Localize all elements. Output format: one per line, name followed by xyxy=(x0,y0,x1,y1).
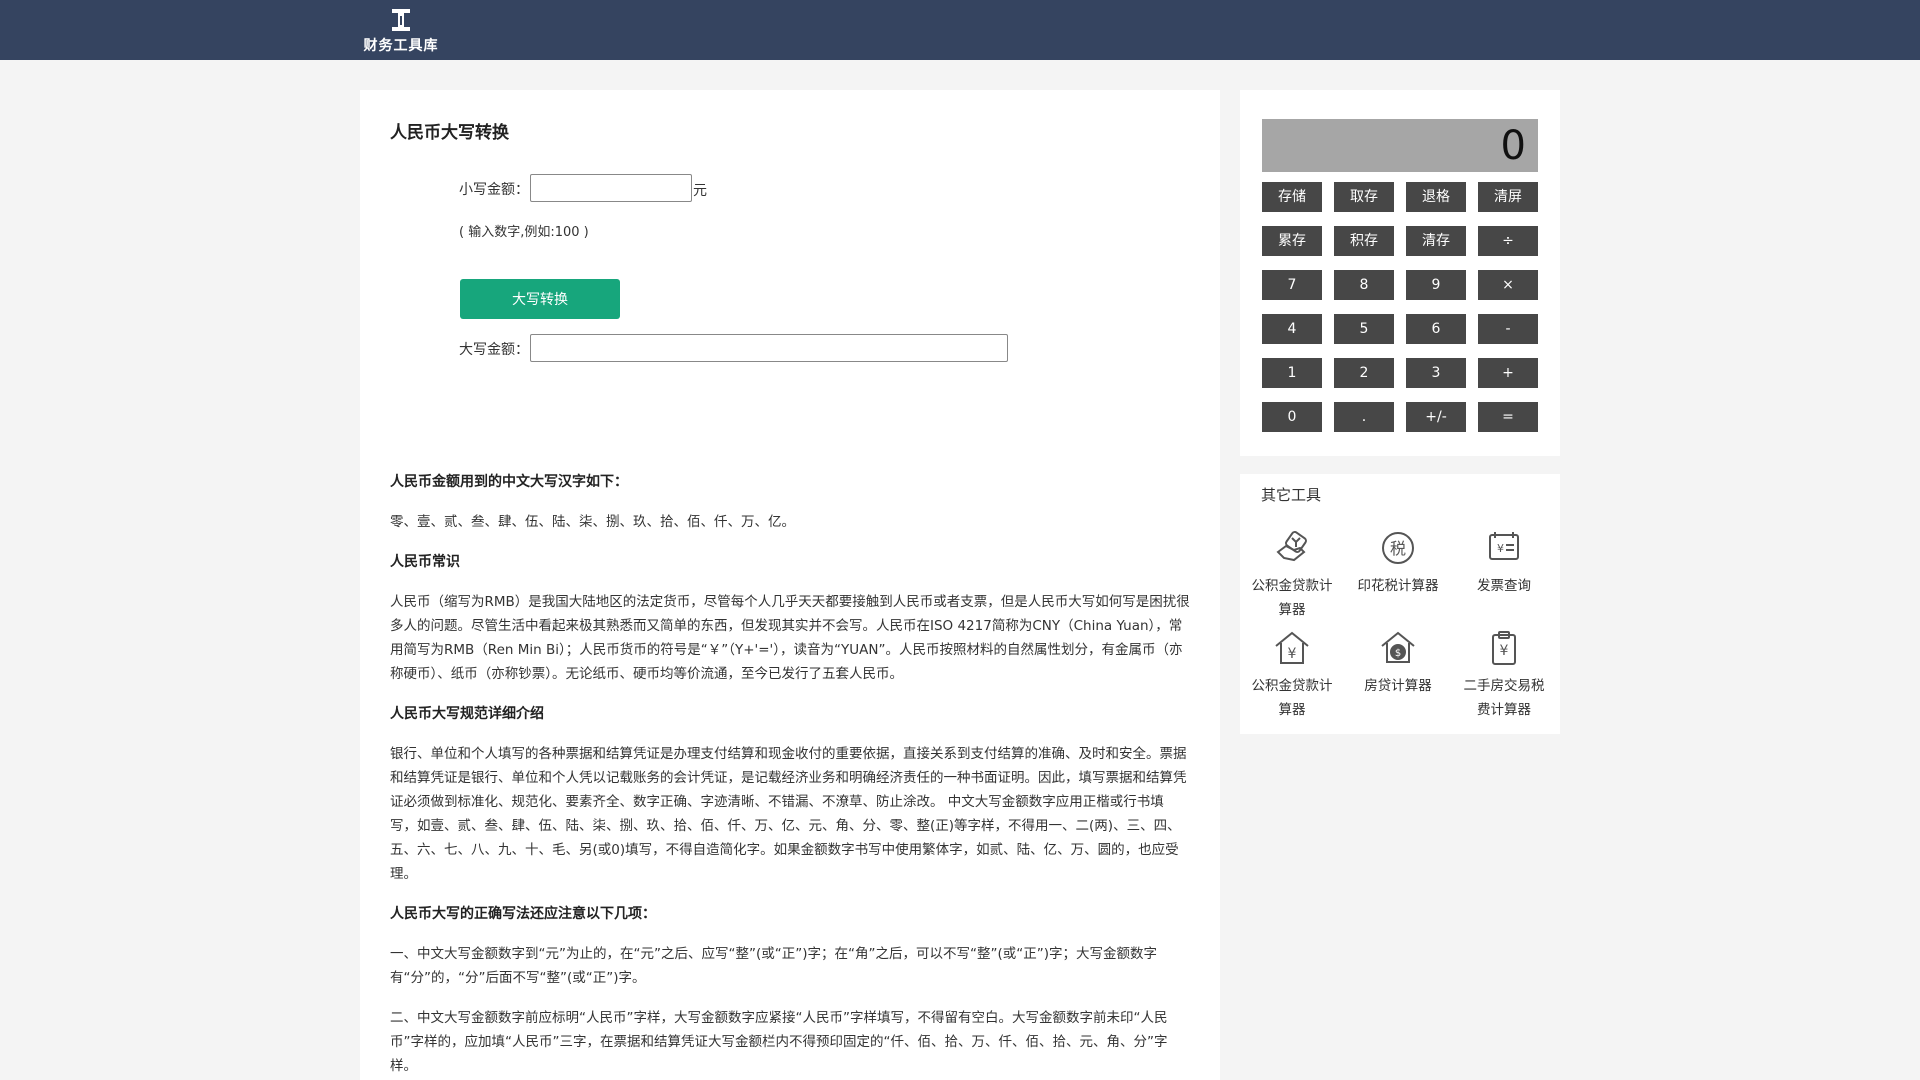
calc-key-add[interactable]: + xyxy=(1478,358,1538,388)
tool-label: 公积金贷款计算器 xyxy=(1251,578,1333,618)
article-heading: 人民币大写的正确写法还应注意以下几项： xyxy=(390,906,656,922)
calc-key-0[interactable]: 0 xyxy=(1262,402,1322,432)
calc-key-recall[interactable]: 取存 xyxy=(1334,182,1394,212)
loan-hands-icon xyxy=(1276,531,1307,562)
calc-key-memory-clear[interactable]: 清存 xyxy=(1406,226,1466,256)
input-hint: ( 输入数字,例如:100 ) xyxy=(459,225,589,240)
page-title: 人民币大写转换 xyxy=(390,123,509,143)
tool-second-hand-house-tax-calculator[interactable]: ¥ 二手房交易税费计算器 xyxy=(1458,624,1550,718)
result-field[interactable] xyxy=(530,334,1008,362)
svg-text:$: $ xyxy=(1395,648,1401,659)
calc-key-4[interactable]: 4 xyxy=(1262,314,1322,344)
calc-key-3[interactable]: 3 xyxy=(1406,358,1466,388)
other-tools-title: 其它工具 xyxy=(1261,486,1322,504)
calc-key-equals[interactable]: = xyxy=(1478,402,1538,432)
article-paragraph: 人民币（缩写为RMB）是我国大陆地区的法定货币，尽管每个人几乎天天都要接触到人民… xyxy=(390,594,1190,682)
logo-text: 财务工具库 xyxy=(363,38,439,54)
calc-key-divide[interactable]: ÷ xyxy=(1478,226,1538,256)
yuan-clipboard-icon: ¥ xyxy=(1492,631,1516,665)
tool-housing-fund-loan-calculator-2[interactable]: ¥ 公积金贷款计算器 xyxy=(1246,624,1338,718)
site-logo[interactable]: 财务工具库 xyxy=(359,5,443,54)
article-heading: 人民币金额用到的中文大写汉字如下： xyxy=(390,474,628,490)
calc-key-5[interactable]: 5 xyxy=(1334,314,1394,344)
svg-text:¥: ¥ xyxy=(1288,646,1297,662)
tool-label: 房贷计算器 xyxy=(1364,678,1432,694)
tool-housing-fund-loan-calculator[interactable]: 公积金贷款计算器 xyxy=(1246,524,1338,618)
unit-label: 元 xyxy=(693,183,707,199)
article-content: 人民币金额用到的中文大写汉字如下： 零、壹、贰、叁、肆、伍、陆、柒、捌、玖、拾、… xyxy=(390,470,1190,1080)
calc-key-backspace[interactable]: 退格 xyxy=(1406,182,1466,212)
tool-invoice-lookup[interactable]: ¥ 发票查询 xyxy=(1458,524,1550,618)
calc-key-7[interactable]: 7 xyxy=(1262,270,1322,300)
article-heading: 人民币常识 xyxy=(390,554,460,570)
calc-key-memory-add[interactable]: 累存 xyxy=(1262,226,1322,256)
tool-mortgage-calculator[interactable]: $ 房贷计算器 xyxy=(1352,624,1444,718)
calc-key-decimal[interactable]: . xyxy=(1334,402,1394,432)
svg-text:¥: ¥ xyxy=(1500,643,1509,659)
calc-key-multiply[interactable]: × xyxy=(1478,270,1538,300)
calc-key-8[interactable]: 8 xyxy=(1334,270,1394,300)
logo-mark-icon xyxy=(392,9,410,31)
tool-label: 发票查询 xyxy=(1477,578,1531,594)
tax-stamp-icon: 税 xyxy=(1382,532,1414,564)
amount-label: 小写金额： xyxy=(459,182,529,198)
tool-label: 公积金贷款计算器 xyxy=(1251,678,1333,718)
other-tools-panel: 其它工具 公积金贷款计算器 税 印花税计算器 ¥ 发票查询 ¥ 公积金贷款计算器… xyxy=(1240,474,1560,734)
result-label: 大写金额： xyxy=(459,342,529,358)
article-paragraph: 零、壹、贰、叁、肆、伍、陆、柒、捌、玖、拾、佰、仟、万、亿。 xyxy=(390,514,795,530)
calc-key-9[interactable]: 9 xyxy=(1406,270,1466,300)
invoice-icon: ¥ xyxy=(1489,532,1519,560)
calc-key-1[interactable]: 1 xyxy=(1262,358,1322,388)
article-paragraph: 银行、单位和个人填写的各种票据和结算凭证是办理支付结算和现金收付的重要依据，直接… xyxy=(390,746,1187,882)
yuan-house-icon: ¥ xyxy=(1275,631,1309,664)
svg-text:¥: ¥ xyxy=(1497,542,1504,555)
article-paragraph: 一、中文大写金额数字到“元”为止的，在“元”之后、应写“整”(或“正”)字；在“… xyxy=(390,946,1157,986)
calc-key-clear[interactable]: 清屏 xyxy=(1478,182,1538,212)
amount-input[interactable] xyxy=(530,174,692,202)
calc-key-store[interactable]: 存储 xyxy=(1262,182,1322,212)
tool-label: 二手房交易税费计算器 xyxy=(1463,678,1545,718)
calc-key-2[interactable]: 2 xyxy=(1334,358,1394,388)
top-nav-bar: 财务工具库 xyxy=(0,0,1920,60)
converter-panel: 人民币大写转换 小写金额： 元 ( 输入数字,例如:100 ) 大写转换 大写金… xyxy=(360,90,1220,1080)
calc-key-memory-multiply[interactable]: 积存 xyxy=(1334,226,1394,256)
calculator-panel: 0 存储 取存 退格 清屏 累存 积存 清存 ÷ 7 8 9 × 4 5 6 -… xyxy=(1240,90,1560,456)
dollar-house-icon: $ xyxy=(1381,631,1415,663)
tool-stamp-tax-calculator[interactable]: 税 印花税计算器 xyxy=(1352,524,1444,618)
article-paragraph: 二、中文大写金额数字前应标明“人民币”字样，大写金额数字应紧接“人民币”字样填写… xyxy=(390,1010,1168,1074)
convert-button[interactable]: 大写转换 xyxy=(460,279,620,319)
calc-key-subtract[interactable]: - xyxy=(1478,314,1538,344)
tool-label: 印花税计算器 xyxy=(1357,578,1439,594)
calculator-display: 0 xyxy=(1262,119,1538,172)
article-heading: 人民币大写规范详细介绍 xyxy=(390,706,544,722)
calc-key-6[interactable]: 6 xyxy=(1406,314,1466,344)
calc-key-negate[interactable]: +/- xyxy=(1406,402,1466,432)
svg-text:税: 税 xyxy=(1390,539,1406,558)
